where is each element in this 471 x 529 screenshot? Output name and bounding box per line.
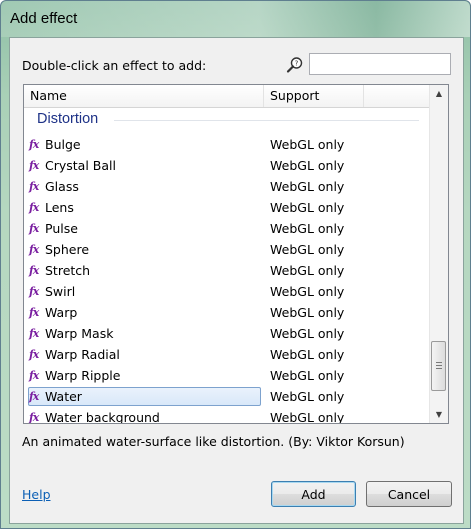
effect-support: WebGL only [270, 389, 345, 404]
fx-icon: fx [29, 285, 39, 298]
fx-icon: fx [29, 243, 39, 256]
grip-line [436, 362, 442, 363]
effect-name: Water [45, 389, 82, 404]
grip-line [436, 368, 442, 369]
window-title: Add effect [10, 10, 78, 27]
effect-name: Lens [45, 200, 74, 215]
scroll-up-arrow-icon[interactable]: ▲ [430, 85, 448, 102]
dialog-body: Double-click an effect to add: ? Name Su… [9, 37, 464, 524]
effect-description: An animated water-surface like distortio… [22, 434, 405, 449]
list-item[interactable]: fx Warp Mask WebGL only [24, 323, 430, 344]
column-header-support[interactable]: Support [264, 85, 364, 107]
effect-support: WebGL only [270, 347, 345, 362]
effect-name: Warp Radial [45, 347, 120, 362]
effect-support: WebGL only [270, 263, 345, 278]
effect-support: WebGL only [270, 305, 345, 320]
list-item[interactable]: fx Crystal Ball WebGL only [24, 155, 430, 176]
effect-support: WebGL only [270, 158, 345, 173]
effect-support: WebGL only [270, 284, 345, 299]
fx-icon: fx [29, 390, 39, 403]
effect-support: WebGL only [270, 368, 345, 383]
list-item[interactable]: fx Warp WebGL only [24, 302, 430, 323]
fx-icon: fx [29, 348, 39, 361]
fx-icon: fx [29, 327, 39, 340]
column-header-filler [364, 85, 430, 107]
list-item[interactable]: fx Warp Radial WebGL only [24, 344, 430, 365]
list-item[interactable]: fx Warp Ripple WebGL only [24, 365, 430, 386]
group-divider [114, 120, 419, 121]
vertical-scrollbar[interactable]: ▲ ▼ [429, 85, 448, 423]
column-header-name[interactable]: Name [24, 85, 264, 107]
effect-support: WebGL only [270, 221, 345, 236]
effects-rows: fx Bulge WebGL only fx Crystal Ball WebGL onl… [24, 134, 430, 424]
list-item[interactable]: fx Water WebGL only [24, 386, 430, 407]
fx-icon: fx [29, 306, 39, 319]
search-icon: ? [286, 56, 304, 74]
effect-name: Crystal Ball [45, 158, 116, 173]
help-link[interactable]: Help [22, 487, 51, 502]
scroll-thumb[interactable] [431, 341, 446, 391]
title-bar[interactable]: Add effect [1, 1, 470, 37]
effect-name: Glass [45, 179, 79, 194]
list-item[interactable]: fx Lens WebGL only [24, 197, 430, 218]
fx-icon: fx [29, 159, 39, 172]
search-input[interactable] [309, 53, 451, 75]
fx-icon: fx [29, 222, 39, 235]
group-label: Distortion [37, 111, 99, 127]
fx-icon: fx [29, 369, 39, 382]
list-item[interactable]: fx Swirl WebGL only [24, 281, 430, 302]
effect-support: WebGL only [270, 326, 345, 341]
effect-support: WebGL only [270, 200, 345, 215]
add-effect-dialog: Add effect Double-click an effect to add… [0, 0, 471, 529]
fx-icon: fx [29, 138, 39, 151]
add-button[interactable]: Add [271, 481, 356, 507]
list-item[interactable]: fx Bulge WebGL only [24, 134, 430, 155]
list-header: Name Support [24, 85, 430, 108]
effect-name: Warp Ripple [45, 368, 121, 383]
list-item[interactable]: fx Pulse WebGL only [24, 218, 430, 239]
effect-name: Warp [45, 305, 78, 320]
list-item[interactable]: fx Glass WebGL only [24, 176, 430, 197]
effect-name: Bulge [45, 137, 81, 152]
instruction-label: Double-click an effect to add: [22, 58, 207, 73]
effect-support: WebGL only [270, 242, 345, 257]
effect-support: WebGL only [270, 179, 345, 194]
svg-text:?: ? [295, 60, 299, 68]
group-header-distortion: Distortion [37, 107, 419, 133]
fx-icon: fx [29, 411, 39, 424]
list-item[interactable]: fx Water background WebGL only [24, 407, 430, 424]
effect-name: Warp Mask [45, 326, 114, 341]
effects-list[interactable]: Name Support Distortion fx Bulge WebGL onl… [23, 84, 449, 424]
effect-name: Pulse [45, 221, 78, 236]
cancel-button[interactable]: Cancel [366, 481, 452, 507]
effect-name: Sphere [45, 242, 90, 257]
effect-name: Swirl [45, 284, 76, 299]
effect-support: WebGL only [270, 410, 345, 424]
fx-icon: fx [29, 180, 39, 193]
scroll-down-arrow-icon[interactable]: ▼ [430, 406, 448, 423]
effect-name: Water background [45, 410, 160, 424]
list-item[interactable]: fx Stretch WebGL only [24, 260, 430, 281]
effect-support: WebGL only [270, 137, 345, 152]
grip-line [436, 365, 442, 366]
list-item[interactable]: fx Sphere WebGL only [24, 239, 430, 260]
effect-name: Stretch [45, 263, 91, 278]
fx-icon: fx [29, 201, 39, 214]
fx-icon: fx [29, 264, 39, 277]
